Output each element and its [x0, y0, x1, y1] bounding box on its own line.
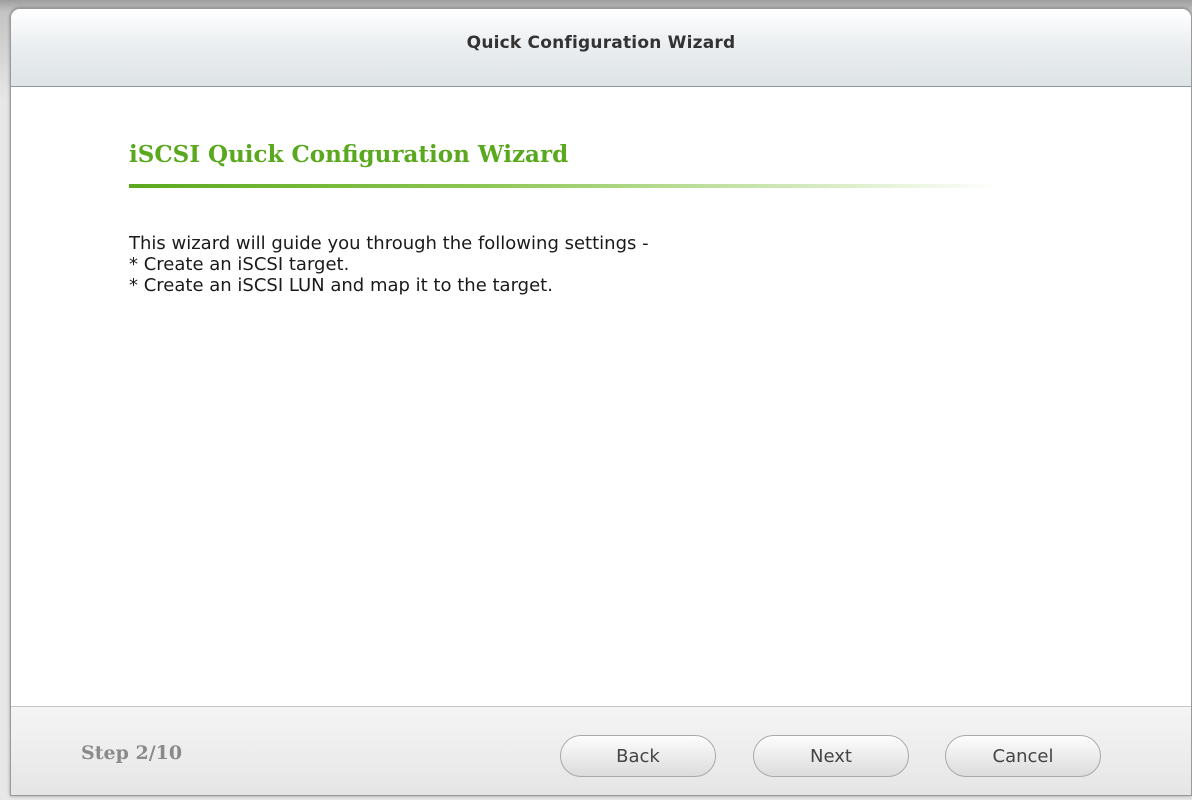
step-indicator: Step 2/10	[81, 742, 183, 764]
description-line: * Create an iSCSI LUN and map it to the …	[129, 275, 553, 296]
wizard-dialog: Quick Configuration Wizard iSCSI Quick C…	[10, 8, 1192, 796]
description-line: * Create an iSCSI target.	[129, 254, 350, 275]
dialog-titlebar[interactable]: Quick Configuration Wizard	[11, 9, 1191, 87]
cancel-button[interactable]: Cancel	[945, 735, 1101, 777]
next-button[interactable]: Next	[753, 735, 909, 777]
wizard-heading: iSCSI Quick Configuration Wizard	[129, 141, 569, 168]
description-line: This wizard will guide you through the f…	[129, 233, 649, 254]
wizard-footer: Step 2/10 Back Next Cancel	[11, 706, 1191, 795]
heading-underline	[129, 184, 999, 188]
back-button[interactable]: Back	[560, 735, 716, 777]
dialog-title: Quick Configuration Wizard	[466, 32, 736, 53]
wizard-description: This wizard will guide you through the f…	[129, 233, 649, 296]
wizard-content: iSCSI Quick Configuration Wizard This wi…	[11, 87, 1191, 706]
